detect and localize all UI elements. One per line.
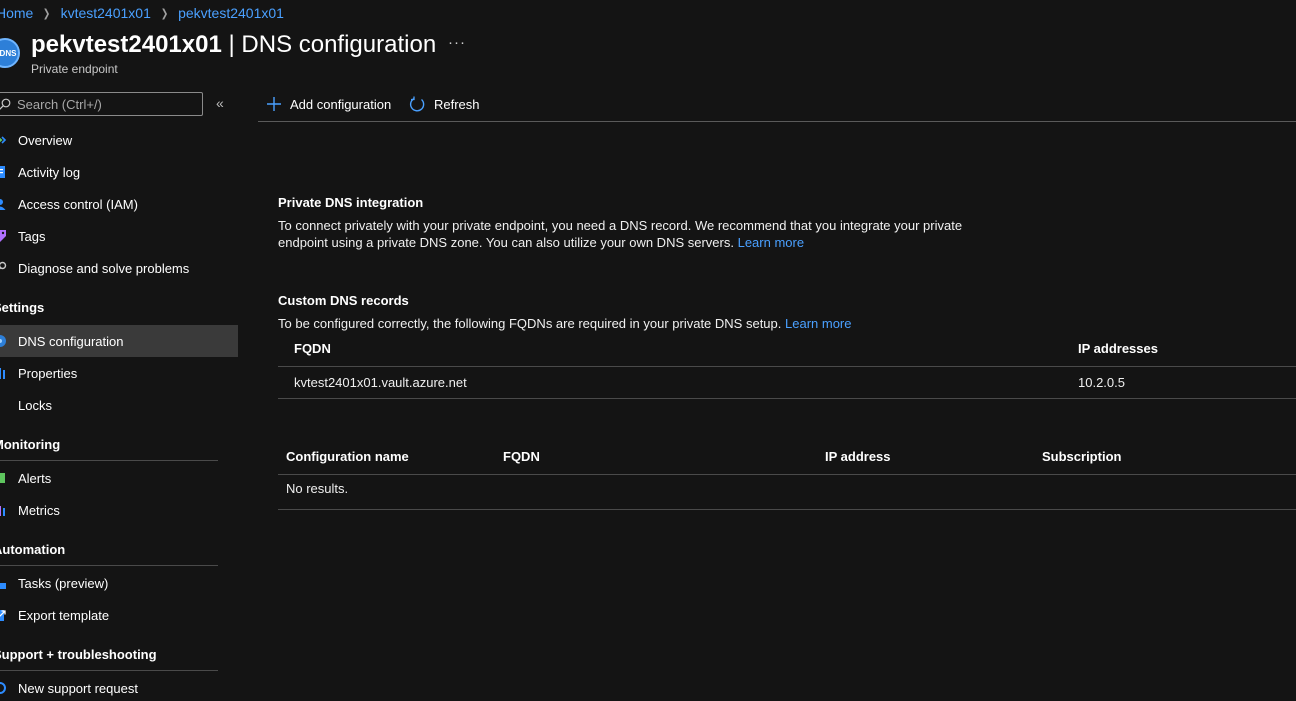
sidebar-item-tags[interactable]: Tags <box>0 220 238 252</box>
add-configuration-button[interactable]: Add configuration <box>266 90 391 118</box>
lock-icon <box>0 397 8 413</box>
sidebar-item-label: Overview <box>18 132 73 148</box>
private-endpoint-icon: DNS <box>0 38 20 68</box>
sidebar-section-automation: Automation <box>0 542 66 557</box>
sidebar-item-label: Properties <box>18 365 78 381</box>
sidebar-item-properties[interactable]: Properties <box>0 357 238 389</box>
search-icon <box>0 98 11 110</box>
tasks-icon <box>0 575 8 591</box>
custom-dns-records-text: To be configured correctly, the followin… <box>278 315 998 332</box>
no-results-text: No results. <box>286 481 349 496</box>
page-title: pekvtest2401x01 | DNS configuration <box>31 31 436 59</box>
search-box <box>0 92 203 116</box>
sidebar-item-label: Activity log <box>18 164 81 180</box>
column-header-fqdn: FQDN <box>294 341 331 356</box>
page-subtitle: Private endpoint <box>31 62 118 76</box>
add-configuration-label: Add configuration <box>290 96 392 112</box>
sidebar-item-label: DNS configuration <box>18 333 124 349</box>
integration-learn-more-link[interactable]: Learn more <box>738 235 804 250</box>
private-dns-integration-text: To connect privately with your private e… <box>278 217 998 251</box>
support-icon <box>0 680 8 696</box>
more-options-icon[interactable]: ··· <box>448 34 466 51</box>
sidebar-item-dns-configuration[interactable]: DNS configuration <box>0 325 238 357</box>
private-dns-integration-heading: Private DNS integration <box>278 195 424 210</box>
metrics-icon <box>0 502 8 518</box>
breadcrumb-home[interactable]: Home <box>0 5 33 21</box>
breadcrumb: Home ❯ kvtest2401x01 ❯ pekvtest2401x01 <box>0 4 284 22</box>
sidebar-item-label: New support request <box>18 680 138 696</box>
column-header-ip-addresses: IP addresses <box>1078 341 1158 356</box>
table-divider <box>278 398 1296 399</box>
column-header-fqdn[interactable]: FQDN <box>503 449 540 464</box>
breadcrumb-key-vault[interactable]: kvtest2401x01 <box>61 5 151 21</box>
sidebar-item-export-template[interactable]: Export template <box>0 599 238 631</box>
sidebar-item-label: Export template <box>18 607 110 623</box>
sidebar-item-label: Diagnose and solve problems <box>18 260 190 276</box>
section-divider <box>0 565 218 566</box>
search-input[interactable] <box>17 96 197 112</box>
sidebar-item-metrics[interactable]: Metrics <box>0 494 238 526</box>
sidebar-item-activity-log[interactable]: Activity log <box>0 156 238 188</box>
sidebar-section-support: Support + troubleshooting <box>0 647 157 662</box>
sidebar-item-label: Locks <box>18 397 52 413</box>
table-divider <box>278 509 1296 510</box>
sidebar-section-settings: Settings <box>0 300 45 315</box>
sidebar-item-label: Tasks (preview) <box>18 575 109 591</box>
table-cell-fqdn: kvtest2401x01.vault.azure.net <box>294 375 467 390</box>
sidebar-item-label: Metrics <box>18 502 60 518</box>
breadcrumb-chevron-icon: ❯ <box>160 7 169 20</box>
collapse-sidebar-icon[interactable]: « <box>216 95 224 111</box>
integration-description: To connect privately with your private e… <box>278 218 963 250</box>
sidebar-item-overview[interactable]: Overview <box>0 124 238 156</box>
table-cell-ip: 10.2.0.5 <box>1078 375 1125 390</box>
export-icon <box>0 607 8 623</box>
breadcrumb-chevron-icon: ❯ <box>43 7 51 20</box>
plus-icon <box>267 97 281 111</box>
section-divider <box>0 670 218 671</box>
overview-icon <box>0 132 8 148</box>
refresh-button[interactable]: Refresh <box>409 90 480 118</box>
sidebar-item-label: Tags <box>18 228 46 244</box>
sidebar-item-iam[interactable]: Access control (IAM) <box>0 188 238 220</box>
page-title-resource: pekvtest2401x01 <box>31 31 222 58</box>
properties-icon <box>0 365 8 381</box>
wrench-icon <box>0 260 8 276</box>
sidebar-section-monitoring: Monitoring <box>0 437 61 452</box>
custom-dns-records-heading: Custom DNS records <box>278 293 409 308</box>
command-bar: Add configuration Refresh <box>258 90 1296 122</box>
sidebar-item-new-support-request[interactable]: New support request <box>0 672 238 701</box>
table-divider <box>278 474 1296 475</box>
sidebar-item-alerts[interactable]: Alerts <box>0 462 238 494</box>
sidebar-item-label: Access control (IAM) <box>18 196 138 212</box>
section-divider <box>0 460 218 461</box>
column-header-ip-address[interactable]: IP address <box>825 449 891 464</box>
sidebar-item-diagnose[interactable]: Diagnose and solve problems <box>0 252 238 284</box>
column-header-configuration-name[interactable]: Configuration name <box>286 449 409 464</box>
sidebar-item-label: Alerts <box>18 470 52 486</box>
column-header-subscription[interactable]: Subscription <box>1042 449 1121 464</box>
custom-learn-more-link[interactable]: Learn more <box>785 316 851 331</box>
alert-icon <box>0 470 8 486</box>
refresh-label: Refresh <box>434 96 480 112</box>
dns-icon <box>0 333 8 349</box>
table-divider <box>278 366 1296 367</box>
tag-icon <box>0 228 8 244</box>
refresh-icon <box>409 96 425 111</box>
page-title-section: | DNS configuration <box>221 31 437 58</box>
sidebar-item-locks[interactable]: Locks <box>0 389 238 421</box>
sidebar-item-tasks[interactable]: Tasks (preview) <box>0 567 238 599</box>
custom-description: To be configured correctly, the followin… <box>278 316 785 331</box>
breadcrumb-private-endpoint[interactable]: pekvtest2401x01 <box>178 5 284 21</box>
iam-icon <box>0 196 8 212</box>
activity-log-icon <box>0 164 8 180</box>
